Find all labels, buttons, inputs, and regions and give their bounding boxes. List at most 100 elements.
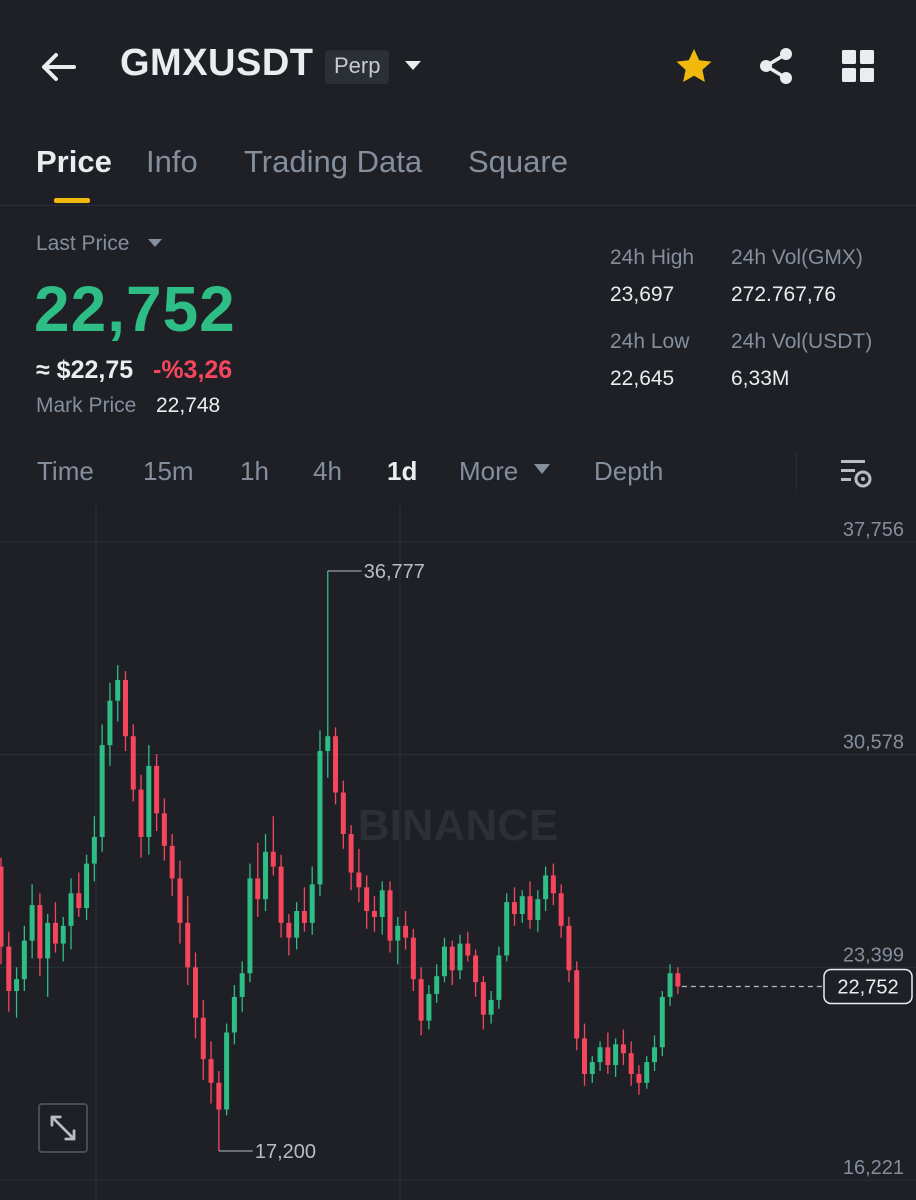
candle-body	[6, 946, 12, 992]
interval-15m[interactable]: 15m	[143, 456, 194, 487]
candle-body	[270, 851, 276, 867]
contract-type-badge: Perp	[325, 50, 390, 84]
candle-body	[410, 937, 416, 980]
candle-body	[333, 736, 339, 793]
candle-body	[122, 679, 128, 737]
candle-body	[457, 943, 463, 971]
candle-body	[14, 979, 20, 992]
candle-body	[84, 863, 90, 909]
tab-info[interactable]: Info	[146, 144, 198, 180]
active-tab-indicator	[54, 198, 90, 203]
tab-square[interactable]: Square	[468, 144, 568, 180]
candle-body	[403, 925, 409, 938]
interval-bar: Time 15m 1h 4h 1d More Depth	[0, 448, 916, 500]
candle-body	[325, 736, 331, 752]
candle-body	[76, 893, 82, 909]
candles	[0, 571, 681, 1151]
candle-body	[675, 973, 681, 987]
candle-body	[441, 946, 447, 977]
candle-body	[496, 955, 502, 1000]
candle-body	[574, 970, 580, 1039]
candle-body	[356, 872, 362, 888]
candle-body	[247, 878, 253, 974]
current-price-tag: 22,752	[837, 977, 898, 999]
star-icon[interactable]	[672, 44, 716, 88]
candle-body	[231, 996, 237, 1033]
y-axis-label: 30,578	[843, 732, 904, 754]
watermark: BINANCE	[358, 801, 558, 850]
24h-vol-base-label: 24h Vol(GMX)	[731, 246, 863, 269]
candle-body	[527, 896, 533, 920]
candle-body	[169, 845, 175, 879]
interval-more[interactable]: More	[459, 456, 518, 487]
candle-body	[29, 905, 35, 941]
candle-body	[21, 940, 27, 980]
candle-body	[107, 700, 113, 746]
interval-time[interactable]: Time	[37, 456, 94, 487]
candle-body	[589, 1062, 595, 1074]
candle-body	[317, 751, 323, 885]
24h-high-value: 23,697	[610, 283, 675, 306]
fiat-value: ≈ $22,75	[36, 356, 134, 384]
candle-body	[224, 1032, 230, 1110]
back-arrow-icon[interactable]	[36, 44, 82, 90]
candle-body	[278, 866, 284, 923]
interval-1h[interactable]: 1h	[240, 456, 269, 487]
y-axis-label: 23,399	[843, 944, 904, 966]
candle-body	[301, 911, 307, 923]
candle-body	[286, 922, 292, 938]
divider	[796, 452, 797, 490]
24h-low-label: 24h Low	[610, 330, 690, 353]
interval-1d[interactable]: 1d	[387, 456, 417, 487]
chart-grid	[0, 505, 916, 1200]
candle-body	[37, 905, 43, 959]
candle-body	[628, 1053, 634, 1074]
chart-settings-icon[interactable]	[838, 456, 874, 490]
candle-body	[652, 1047, 658, 1063]
mark-price-label: Mark Price	[36, 394, 137, 417]
candle-body	[52, 922, 58, 944]
candle-body	[309, 884, 315, 923]
expand-icon[interactable]	[38, 1103, 88, 1153]
candle-body	[239, 973, 245, 997]
candle-body	[177, 878, 183, 923]
interval-depth[interactable]: Depth	[594, 456, 663, 487]
candle-body	[263, 851, 269, 900]
candle-body	[558, 893, 564, 926]
symbol-title[interactable]: GMXUSDT	[120, 42, 314, 85]
chevron-down-icon[interactable]	[400, 52, 426, 78]
candle-body	[185, 922, 191, 968]
candle-body	[146, 765, 152, 837]
candle-body	[667, 973, 673, 997]
candle-body	[91, 836, 97, 864]
24h-vol-quote-label: 24h Vol(USDT)	[731, 330, 873, 353]
interval-4h[interactable]: 4h	[313, 456, 342, 487]
candle-body	[426, 993, 432, 1021]
candle-body	[99, 745, 105, 837]
chevron-down-icon[interactable]	[532, 462, 552, 476]
price-markers: 36,777 17,200 22,752	[218, 561, 913, 1163]
candlestick-chart[interactable]: BINANCE 37,756 30,578 23,399 16,221 36,777 1…	[0, 505, 916, 1200]
candle-body	[193, 967, 198, 1018]
candle-body	[294, 911, 300, 938]
last-price-label[interactable]: Last Price	[36, 232, 129, 256]
last-price: 22,752	[34, 273, 236, 345]
candle-body	[597, 1047, 603, 1063]
y-axis-label: 37,756	[843, 519, 904, 541]
caret-down-icon[interactable]	[146, 236, 164, 250]
low-marker-label: 17,200	[255, 1141, 316, 1163]
high-marker-label: 36,777	[364, 561, 425, 583]
share-icon[interactable]	[754, 44, 798, 88]
tab-price[interactable]: Price	[36, 144, 112, 180]
candle-body	[543, 875, 549, 900]
y-axis-labels: 37,756 30,578 23,399 16,221	[843, 519, 904, 1179]
candle-body	[60, 925, 66, 944]
grid-icon[interactable]	[836, 44, 880, 88]
tab-trading-data[interactable]: Trading Data	[244, 144, 422, 180]
candle-body	[0, 866, 4, 947]
candle-body	[620, 1044, 626, 1054]
candle-body	[208, 1059, 214, 1083]
candle-body	[340, 792, 346, 834]
candle-body	[613, 1044, 619, 1066]
candle-body	[68, 893, 74, 926]
